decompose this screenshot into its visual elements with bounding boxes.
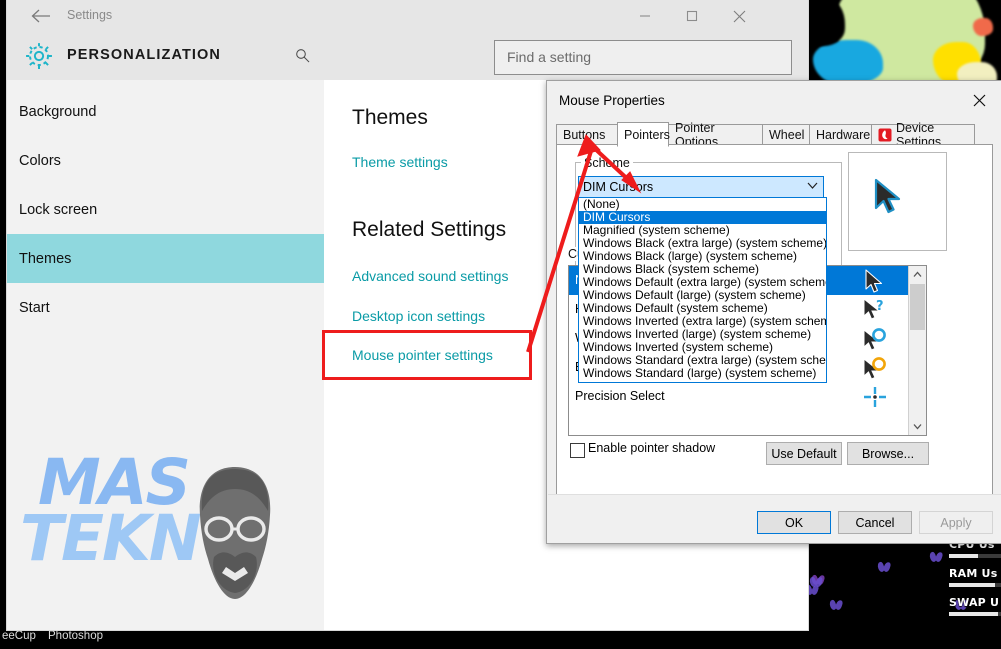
scheme-group-label: Scheme xyxy=(581,156,633,170)
use-default-button[interactable]: Use Default xyxy=(766,442,842,465)
butterfly-icon xyxy=(930,552,942,562)
sysmon-cpu-bar xyxy=(949,554,1001,558)
customize-row-precision-select[interactable]: Precision Select xyxy=(569,382,926,411)
sidebar-item-label: Colors xyxy=(19,152,61,169)
cursor-busy-icon xyxy=(862,355,888,381)
butterfly-icon xyxy=(810,577,822,587)
scheme-selected-value: DIM Cursors xyxy=(583,180,654,194)
cursor-help-icon: ? xyxy=(862,297,888,323)
customize-list-scrollbar[interactable] xyxy=(908,266,926,435)
sidebar-item-background[interactable]: Background xyxy=(7,87,324,136)
sidebar-item-themes[interactable]: Themes xyxy=(7,234,324,283)
sysmon-row-swap: SWAP U xyxy=(949,596,1001,616)
sidebar-item-lock-screen[interactable]: Lock screen xyxy=(7,185,324,234)
tab-pointer-options[interactable]: Pointer Options xyxy=(668,121,763,149)
sidebar-item-label: Start xyxy=(19,299,50,316)
maximize-button[interactable] xyxy=(669,0,715,32)
chevron-up-icon[interactable] xyxy=(909,266,926,283)
svg-text:?: ? xyxy=(876,299,884,314)
cursor-arrow-preview-icon xyxy=(874,178,901,214)
scheme-combobox[interactable]: DIM Cursors xyxy=(578,176,824,199)
dropdown-option[interactable]: Windows Standard (large) (system scheme) xyxy=(579,367,826,380)
tab-pointers[interactable]: Pointers xyxy=(617,122,670,147)
settings-titlebar: Settings xyxy=(7,0,808,32)
tab-wheel[interactable]: Wheel xyxy=(762,124,810,145)
butterfly-icon xyxy=(878,562,890,572)
pointer-preview-box xyxy=(848,152,947,251)
tab-label: Hardware xyxy=(816,127,871,142)
sysmon-row-ram: RAM Us xyxy=(949,567,1001,587)
taskbar-item-photoshop[interactable]: Photoshop xyxy=(48,630,103,642)
system-monitor-widget: CPU Us RAM Us SWAP U xyxy=(949,538,1001,625)
scheme-dropdown-list[interactable]: (None) DIM Cursors Magnified (system sch… xyxy=(578,197,827,383)
sidebar-item-start[interactable]: Start xyxy=(7,283,324,332)
cursor-precision-icon xyxy=(862,386,888,412)
link-advanced-sound-settings[interactable]: Advanced sound settings xyxy=(352,268,508,284)
sysmon-ram-label: RAM Us xyxy=(949,567,998,580)
back-arrow-icon[interactable] xyxy=(19,0,63,32)
gear-icon xyxy=(19,36,59,76)
sidebar-item-label: Lock screen xyxy=(19,201,98,218)
heading-related-settings: Related Settings xyxy=(352,218,507,241)
link-desktop-icon-settings[interactable]: Desktop icon settings xyxy=(352,308,485,324)
apply-button[interactable]: Apply xyxy=(919,511,993,534)
link-theme-settings[interactable]: Theme settings xyxy=(352,154,448,170)
chevron-down-icon[interactable] xyxy=(909,418,926,435)
dialog-title: Mouse Properties xyxy=(559,93,665,108)
taskbar[interactable]: eeCup Photoshop xyxy=(0,627,1001,649)
browse-button[interactable]: Browse... xyxy=(847,442,929,465)
wallpaper-paint-splatter xyxy=(805,0,1001,90)
close-button[interactable] xyxy=(716,0,762,32)
heading-themes: Themes xyxy=(352,106,428,129)
sidebar-item-label: Themes xyxy=(19,250,72,267)
synaptics-icon xyxy=(878,128,892,142)
dialog-close-icon[interactable] xyxy=(964,87,994,113)
enable-pointer-shadow-label: Enable pointer shadow xyxy=(588,441,716,455)
sidebar-item-label: Background xyxy=(19,103,97,120)
butterfly-icon xyxy=(830,600,842,610)
search-icon[interactable] xyxy=(295,48,310,67)
search-placeholder-text: Find a setting xyxy=(507,49,592,65)
page-title: PERSONALIZATION xyxy=(67,47,221,63)
tab-strip: Buttons Pointers Pointer Options Wheel H… xyxy=(556,121,991,149)
taskbar-item-coffeecup[interactable]: eeCup xyxy=(2,630,36,642)
settings-header: PERSONALIZATION Find a setting xyxy=(7,32,808,80)
tab-label: Wheel xyxy=(769,127,805,142)
sysmon-swap-label: SWAP U xyxy=(949,596,1000,609)
settings-window-title: Settings xyxy=(67,8,113,22)
scrollbar-thumb[interactable] xyxy=(910,284,925,330)
cursor-working-icon xyxy=(862,326,888,352)
chevron-down-icon[interactable] xyxy=(807,179,818,193)
watermark-logo: MAS TEKN xyxy=(10,451,285,620)
sysmon-ram-bar xyxy=(949,583,1001,587)
tab-label: Buttons xyxy=(563,127,606,142)
tab-device-settings[interactable]: Device Settings xyxy=(871,121,975,149)
tab-buttons[interactable]: Buttons xyxy=(556,124,618,145)
cancel-button[interactable]: Cancel xyxy=(838,511,912,534)
ok-button[interactable]: OK xyxy=(757,511,831,534)
sysmon-swap-bar xyxy=(949,612,1001,616)
tab-hardware[interactable]: Hardware xyxy=(809,124,872,145)
mouse-pointer-settings-highlight-box xyxy=(322,330,532,380)
customize-row-label: Precision Select xyxy=(575,389,665,403)
tab-label: Pointers xyxy=(624,127,670,142)
minimize-button[interactable] xyxy=(622,0,668,32)
sidebar-item-colors[interactable]: Colors xyxy=(7,136,324,185)
enable-pointer-shadow-checkbox[interactable] xyxy=(570,443,585,458)
cursor-arrow-icon xyxy=(862,268,888,294)
watermark-face-icon xyxy=(199,467,271,599)
